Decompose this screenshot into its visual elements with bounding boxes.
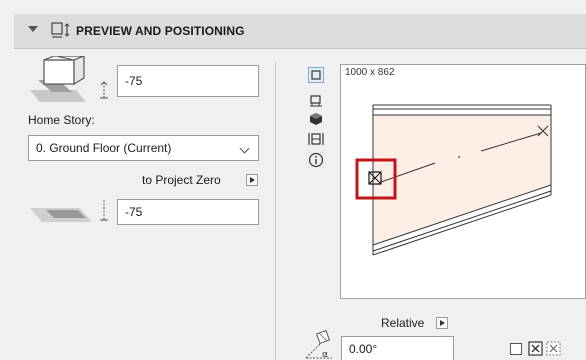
- project-zero-label: to Project Zero: [142, 173, 221, 187]
- info-icon: [308, 152, 324, 168]
- mirror-x-icon[interactable]: [528, 341, 544, 357]
- preview-positioning-panel: PREVIEW AND POSITIONING -75 Home Story: …: [0, 0, 586, 360]
- plan-view-button[interactable]: [308, 67, 324, 83]
- home-story-selected: 0. Ground Floor (Current): [36, 141, 172, 155]
- plan-view-icon: [311, 70, 321, 80]
- preview-positioning-icon: [51, 22, 70, 38]
- elevation-view-icon: [308, 133, 324, 145]
- svg-text:α: α: [322, 350, 328, 360]
- elevation-view-button[interactable]: [308, 131, 324, 147]
- home-story-select[interactable]: 0. Ground Floor (Current): [28, 135, 259, 161]
- relative-options-button[interactable]: [436, 317, 448, 329]
- section-view-icon: [310, 95, 322, 107]
- rotation-angle-icon: α: [305, 330, 332, 360]
- project-zero-options-button[interactable]: [246, 174, 258, 186]
- panel-header[interactable]: PREVIEW AND POSITIONING: [14, 14, 586, 49]
- elevation-box-icon: [30, 56, 108, 102]
- elevation-input[interactable]: -75: [117, 65, 259, 97]
- info-button[interactable]: [308, 152, 324, 168]
- rotation-angle-value: 0.00°: [349, 342, 378, 356]
- elevation-value: -75: [125, 74, 143, 88]
- 3d-view-button[interactable]: [308, 111, 324, 127]
- 3d-cube-icon: [310, 113, 322, 125]
- project-zero-value: -75: [125, 205, 143, 219]
- preview-drawing: [355, 104, 552, 256]
- mirror-checkbox[interactable]: [510, 343, 522, 355]
- rotation-angle-input[interactable]: 0.00°: [341, 336, 454, 360]
- project-zero-elevation-icon: [30, 200, 108, 222]
- mirror-y-icon[interactable]: [546, 341, 562, 357]
- section-view-button[interactable]: [308, 93, 324, 109]
- project-zero-input[interactable]: -75: [117, 199, 259, 225]
- relative-label: Relative: [381, 316, 425, 330]
- home-story-label: Home Story:: [28, 113, 95, 127]
- panel-title: PREVIEW AND POSITIONING: [76, 24, 245, 38]
- chevron-down-icon: [239, 143, 250, 154]
- column-divider: [275, 62, 276, 360]
- preview-canvas[interactable]: 1000 x 862: [340, 64, 586, 299]
- collapse-arrow-icon[interactable]: [28, 26, 38, 32]
